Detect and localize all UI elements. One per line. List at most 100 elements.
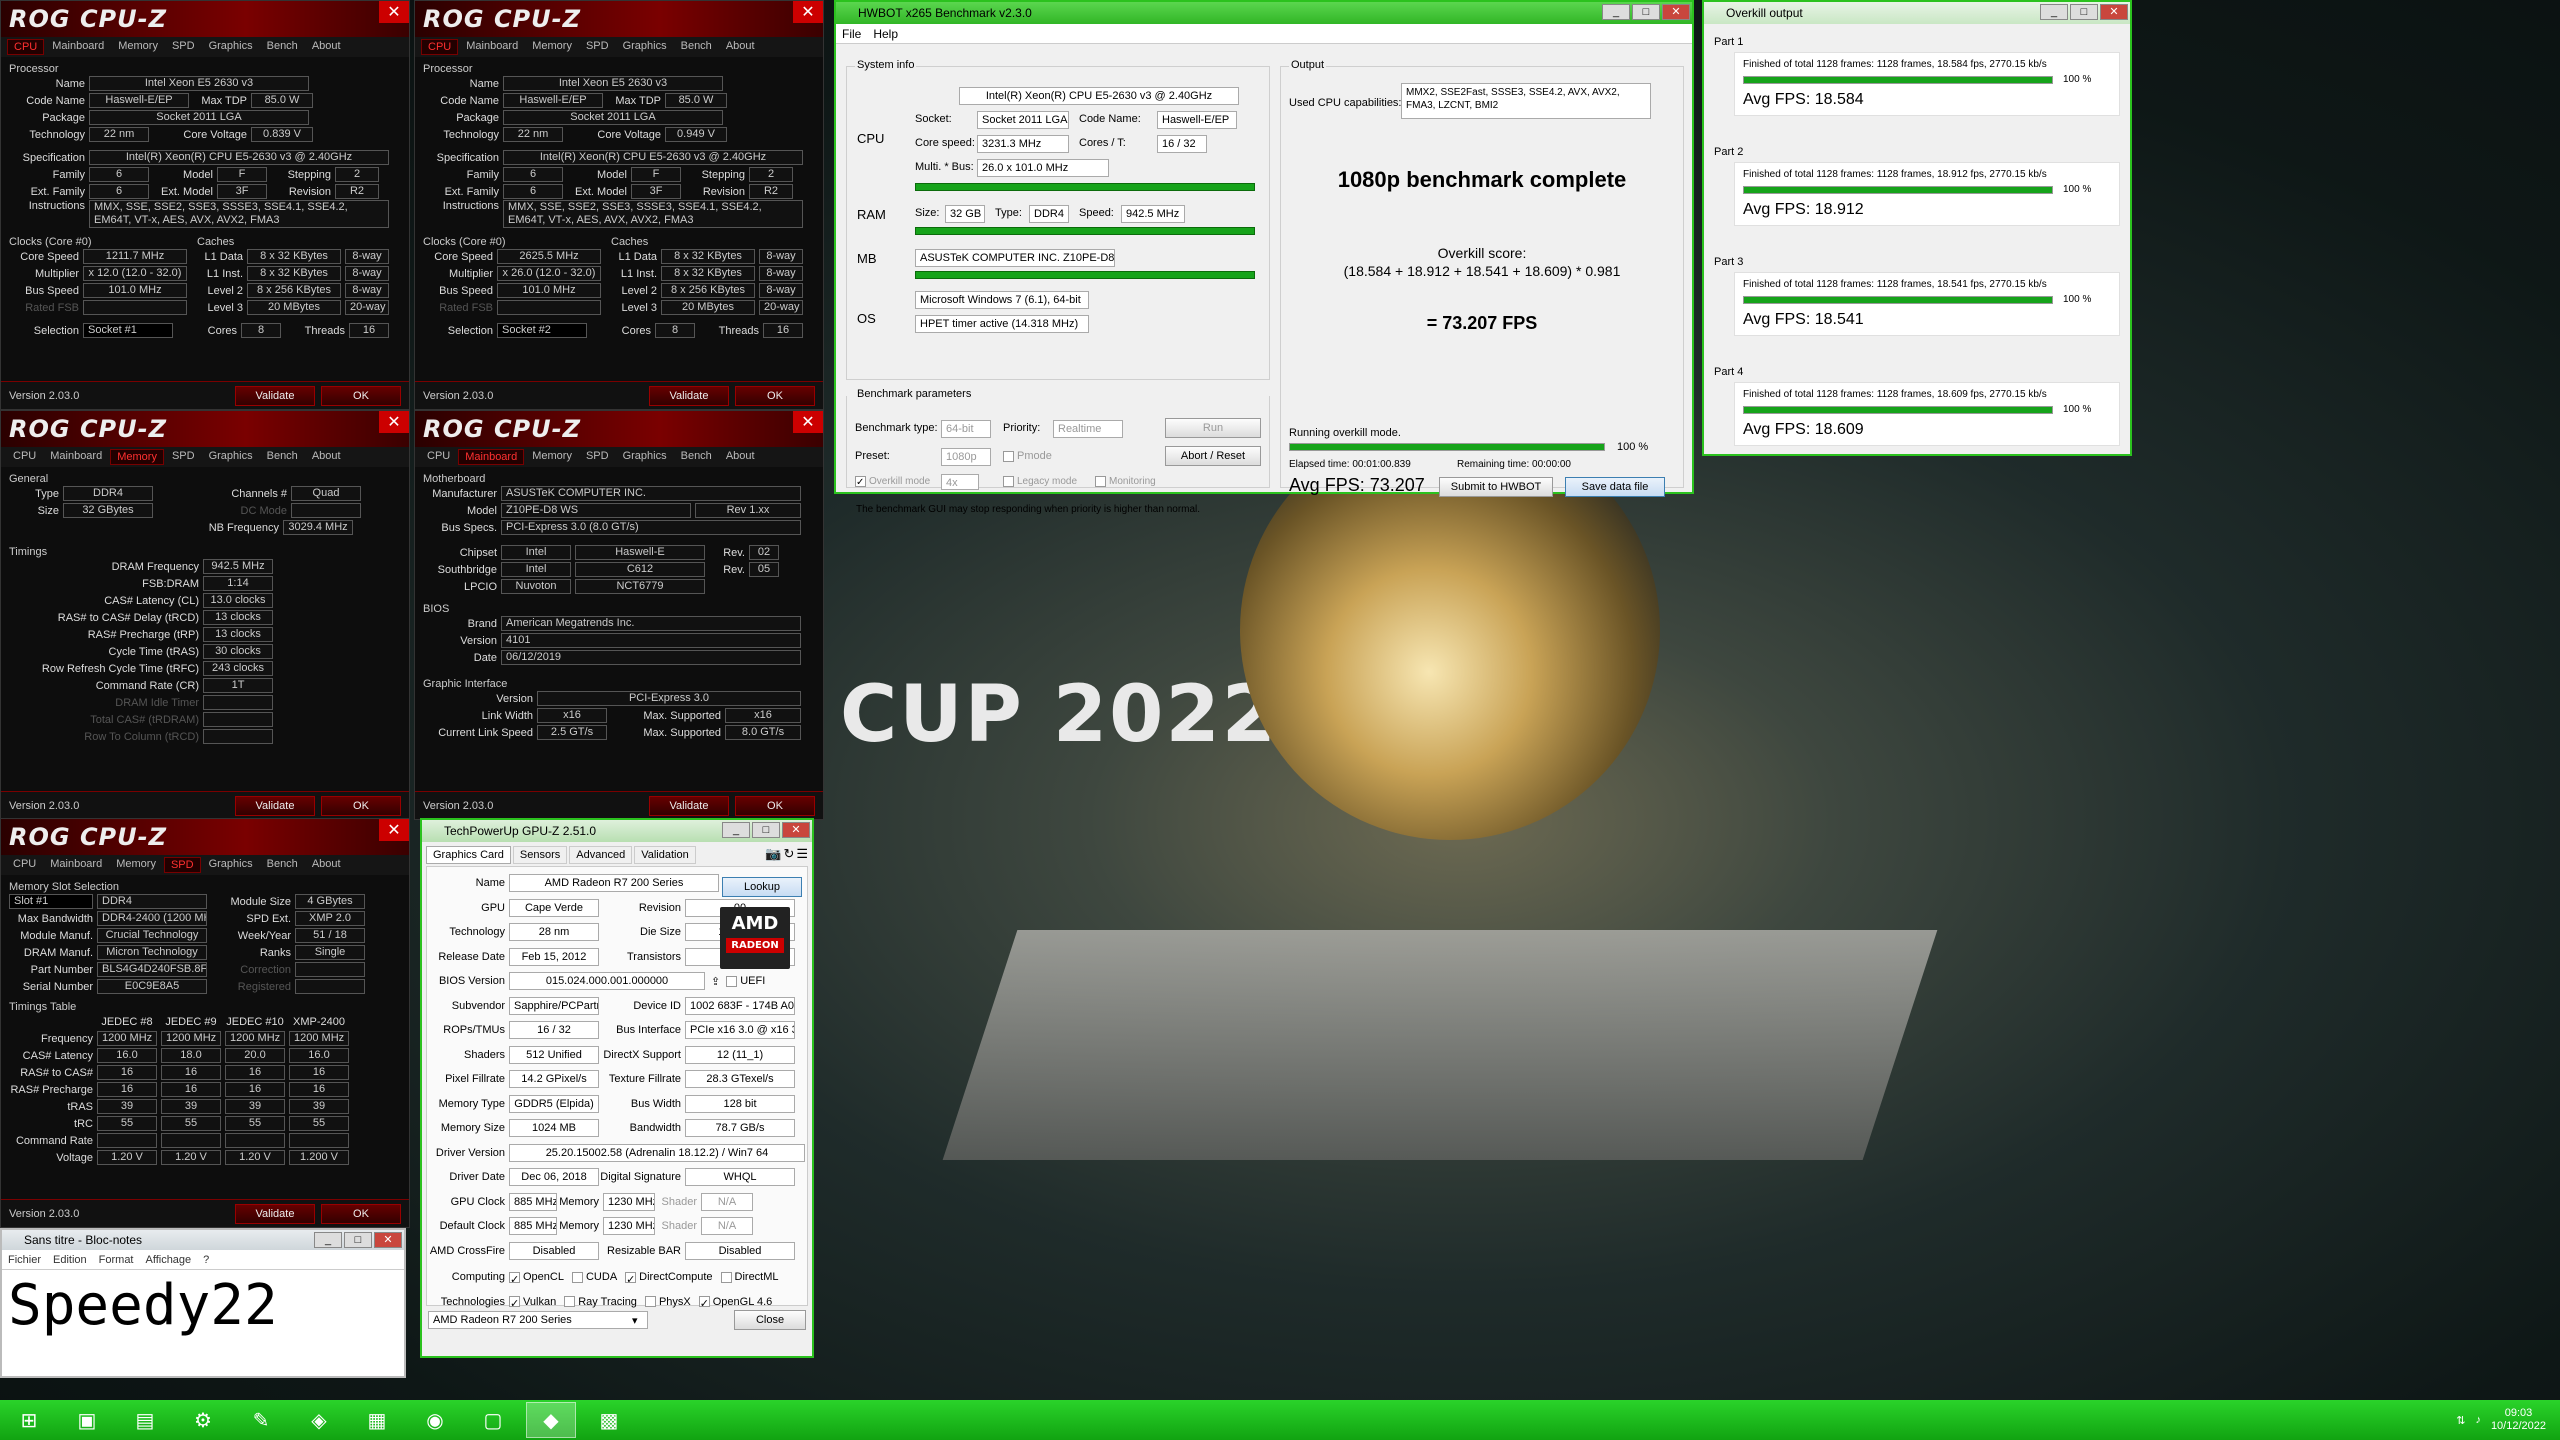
ok-button[interactable]: OK	[735, 385, 815, 406]
ok-button[interactable]: OK	[321, 385, 401, 406]
checkbox-icon[interactable]	[1003, 476, 1014, 487]
computing-cuda[interactable]: CUDA	[571, 1271, 617, 1283]
tab-mainboard[interactable]: Mainboard	[46, 39, 110, 55]
cpuz-window-mainboard[interactable]: ROG CPU-Z ✕ CPU Mainboard Memory SPD Graphics…	[414, 410, 824, 820]
menu-affichage[interactable]: Affichage	[146, 1250, 192, 1269]
tab-bench[interactable]: Bench	[675, 449, 718, 465]
cpuz-tabs[interactable]: CPU Mainboard Memory SPD Graphics Bench About	[415, 447, 823, 467]
socket-select[interactable]: Socket #1	[83, 323, 173, 338]
minimize-button[interactable]: _	[1602, 4, 1630, 20]
ok-button[interactable]: OK	[321, 795, 401, 816]
cpuz-window-cpu-socket2[interactable]: ROG CPU-Z ✕ CPU Mainboard Memory SPD Graphics…	[414, 0, 824, 410]
lookup-button[interactable]: Lookup	[722, 877, 802, 897]
benchmark-type-select[interactable]: 64-bit	[941, 420, 991, 438]
notepad-icon[interactable]: ✎	[236, 1402, 286, 1438]
menu-help[interactable]: Help	[873, 24, 898, 43]
tab-mainboard[interactable]: Mainboard	[458, 449, 525, 465]
tech-opengl[interactable]: ✓ OpenGL 4.6	[698, 1296, 772, 1310]
settings-icon[interactable]: ⚙	[178, 1402, 228, 1438]
tab-memory[interactable]: Memory	[112, 39, 164, 55]
validate-button[interactable]: Validate	[235, 795, 315, 816]
close-button[interactable]: ✕	[782, 822, 810, 838]
start-button[interactable]: ⊞	[4, 1402, 54, 1438]
validate-button[interactable]: Validate	[649, 795, 729, 816]
checkbox-icon[interactable]	[726, 975, 738, 987]
cpuz-tabs[interactable]: CPU Mainboard Memory SPD Graphics Bench About	[415, 37, 823, 57]
close-button[interactable]: ✕	[374, 1232, 402, 1248]
maximize-button[interactable]: □	[1632, 4, 1660, 20]
tab-mainboard[interactable]: Mainboard	[44, 449, 108, 465]
tab-bench[interactable]: Bench	[261, 449, 304, 465]
tech-vulkan[interactable]: ✓ Vulkan	[509, 1296, 556, 1310]
tab-about[interactable]: About	[306, 857, 347, 873]
checkbox-icon[interactable]: ✓	[855, 476, 866, 488]
close-button[interactable]: ✕	[379, 819, 409, 841]
notepad-text-area[interactable]: Speedy22	[2, 1270, 404, 1342]
monitoring-checkbox[interactable]: Monitoring	[1095, 476, 1156, 487]
cpuz-taskbar-icon[interactable]: ◆	[526, 1402, 576, 1438]
notepad-window[interactable]: Sans titre - Bloc-notes _ □ ✕ Fichier Editio…	[0, 1228, 406, 1378]
menu-fichier[interactable]: Fichier	[8, 1250, 41, 1269]
tab-bench[interactable]: Bench	[261, 39, 304, 55]
pmode-checkbox[interactable]: Pmode	[1003, 450, 1052, 462]
network-icon[interactable]: ⇅	[2456, 1414, 2465, 1427]
cpuz-window-cpu-socket1[interactable]: ROG CPU-Z ✕ CPU Mainboard Memory SPD Graphics…	[0, 0, 410, 410]
tab-memory[interactable]: Memory	[526, 39, 578, 55]
tech-physx[interactable]: PhysX	[644, 1296, 691, 1308]
close-button[interactable]: ✕	[2100, 4, 2128, 20]
tab-graphics[interactable]: Graphics	[203, 39, 259, 55]
checkbox-icon[interactable]	[720, 1271, 732, 1283]
checkbox-icon[interactable]: ✓	[509, 1296, 520, 1310]
preset-select[interactable]: 1080p	[941, 448, 991, 466]
tab-graphics[interactable]: Graphics	[203, 857, 259, 873]
system-clock[interactable]: 09:03 10/12/2022	[2491, 1407, 2546, 1433]
close-button[interactable]: ✕	[1662, 4, 1690, 20]
close-button[interactable]: ✕	[793, 1, 823, 23]
cpuz-window-spd[interactable]: ROG CPU-Z ✕ CPU Mainboard Memory SPD Graphics…	[0, 818, 410, 1228]
tab-cpu[interactable]: CPU	[421, 39, 459, 55]
cpuz-tabs[interactable]: CPU Mainboard Memory SPD Graphics Bench About	[1, 37, 409, 57]
tab-memory[interactable]: Memory	[526, 449, 578, 465]
checkbox-icon[interactable]	[1003, 450, 1014, 462]
priority-select[interactable]: Realtime	[1053, 420, 1123, 438]
overkill-output-window[interactable]: Overkill output _ □ ✕ Part 1 Finished of to…	[1702, 0, 2132, 456]
socket-select[interactable]: Socket #2	[497, 323, 587, 338]
overkill-mode-checkbox[interactable]: ✓ Overkill mode	[855, 476, 930, 488]
menu-format[interactable]: Format	[99, 1250, 134, 1269]
tab-about[interactable]: About	[720, 449, 761, 465]
menu-help[interactable]: ?	[203, 1250, 209, 1269]
checkbox-icon[interactable]	[1095, 476, 1106, 487]
tab-spd[interactable]: SPD	[580, 39, 615, 55]
menu-file[interactable]: File	[842, 24, 861, 43]
tab-memory[interactable]: Memory	[110, 449, 164, 465]
tab-mainboard[interactable]: Mainboard	[460, 39, 524, 55]
legacy-mode-checkbox[interactable]: Legacy mode	[1003, 476, 1077, 487]
cpuz-window-memory[interactable]: ROG CPU-Z ✕ CPU Mainboard Memory SPD Graphics…	[0, 410, 410, 820]
browser-icon[interactable]: ◉	[410, 1402, 460, 1438]
tab-cpu[interactable]: CPU	[7, 449, 42, 465]
checkbox-icon[interactable]	[644, 1296, 656, 1308]
overkill-count-select[interactable]: 4x	[941, 474, 979, 490]
cpuz-tabs[interactable]: CPU Mainboard Memory SPD Graphics Bench About	[1, 447, 409, 467]
abort-reset-button[interactable]: Abort / Reset	[1165, 446, 1261, 466]
tab-advanced[interactable]: Advanced	[569, 846, 633, 864]
ok-button[interactable]: OK	[735, 795, 815, 816]
volume-icon[interactable]: ♪	[2475, 1414, 2481, 1426]
hwbot-window[interactable]: HWBOT x265 Benchmark v2.3.0 _ □ ✕ File Help …	[834, 0, 1694, 515]
share-icon[interactable]: ⇪	[711, 975, 720, 988]
camera-icon[interactable]: 📷	[765, 846, 781, 864]
tab-about[interactable]: About	[720, 39, 761, 55]
tab-bench[interactable]: Bench	[261, 857, 304, 873]
cmd-icon[interactable]: ▣	[62, 1402, 112, 1438]
computing-directml[interactable]: DirectML	[720, 1271, 779, 1283]
submit-hwbot-button[interactable]: Submit to HWBOT	[1439, 477, 1553, 497]
computing-directcompute[interactable]: ✓ DirectCompute	[625, 1271, 713, 1286]
minimize-button[interactable]: _	[2040, 4, 2068, 20]
validate-button[interactable]: Validate	[235, 1203, 315, 1224]
close-button[interactable]: ✕	[379, 1, 409, 23]
tab-spd[interactable]: SPD	[166, 39, 201, 55]
tab-memory[interactable]: Memory	[110, 857, 162, 873]
run-button[interactable]: Run	[1165, 418, 1261, 438]
maximize-button[interactable]: □	[752, 822, 780, 838]
tech-raytracing[interactable]: Ray Tracing	[564, 1296, 637, 1308]
